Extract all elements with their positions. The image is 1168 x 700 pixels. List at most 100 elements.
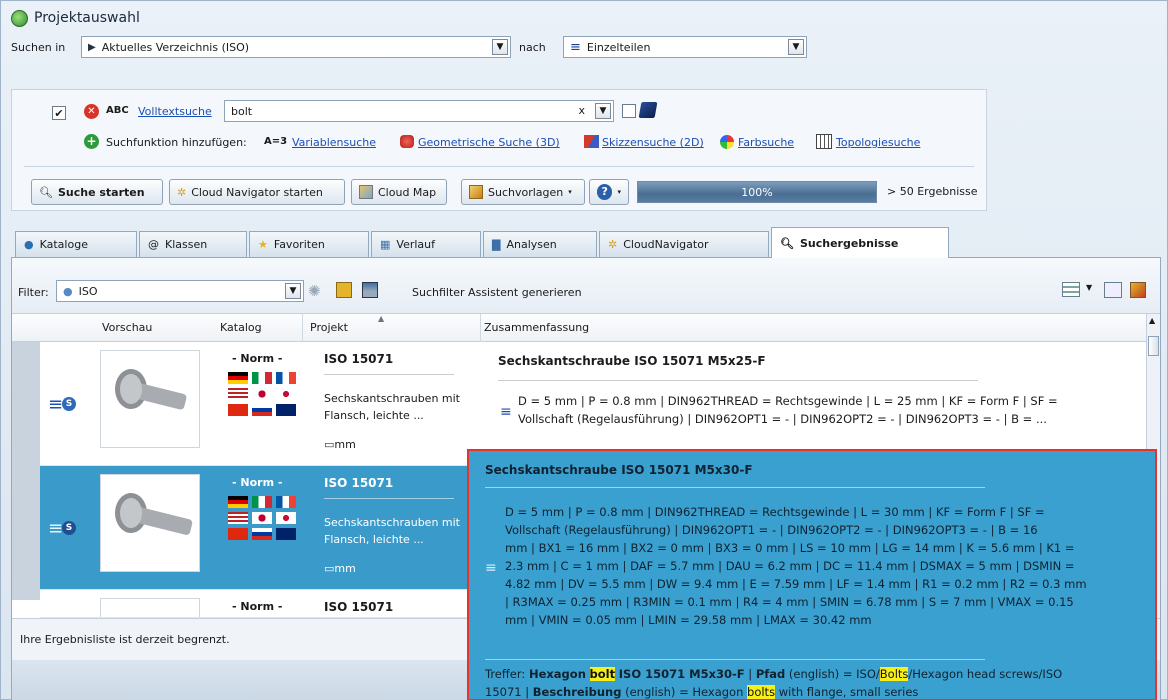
color-search-link[interactable]: Farbsuche: [738, 136, 794, 149]
topology-search-icon: [816, 134, 832, 149]
tab-history[interactable]: ▦ Verlauf: [371, 231, 481, 257]
variable-search-link[interactable]: Variablensuche: [292, 136, 376, 149]
search-scope-dropdown[interactable]: ▶ Aktuelles Verzeichnis (ISO) ▼: [81, 36, 511, 58]
gear-icon[interactable]: ✺: [308, 282, 321, 300]
detail-line: 2.3 mm | C = 1 mm | DAF = 5.7 mm | DAU =…: [505, 559, 1075, 573]
table-row[interactable]: ≡ S - Norm - ISO 15071 Sechskantschraube…: [40, 342, 1146, 466]
tab-classes-label: Klassen: [165, 238, 208, 251]
view-mode-icon[interactable]: [1062, 282, 1080, 297]
column-divider: [480, 314, 481, 342]
preview-icon[interactable]: [1130, 282, 1146, 298]
chevron-down-icon[interactable]: ▼: [492, 39, 508, 55]
color-search-icon: [720, 135, 734, 149]
tab-classes[interactable]: @ Klassen: [139, 231, 247, 257]
templates-icon: [469, 185, 483, 199]
search-templates-button[interactable]: Suchvorlagen ▾: [461, 179, 585, 205]
start-search-button[interactable]: 🔍︎ Suche starten: [31, 179, 163, 205]
search-by-dropdown[interactable]: ≡ Einzelteilen ▼: [563, 36, 807, 58]
chevron-down-icon[interactable]: ▼: [788, 39, 804, 55]
search-by-value: Einzelteilen: [586, 40, 651, 54]
tab-favorites[interactable]: ★ Favoriten: [249, 231, 369, 257]
chevron-down-icon[interactable]: ▼: [285, 283, 301, 299]
scroll-up-icon[interactable]: ▲: [1149, 316, 1155, 325]
part-thumbnail: [100, 350, 200, 448]
folder-icon[interactable]: [336, 282, 352, 298]
sketch-search-link[interactable]: Skizzensuche (2D): [602, 136, 704, 149]
project-description: Sechskantschrauben mit Flansch, leichte …: [324, 392, 460, 422]
clear-icon[interactable]: x: [578, 104, 585, 117]
catalog-label: - Norm -: [232, 352, 283, 365]
tab-cloudnavigator[interactable]: ✲ CloudNavigator: [599, 231, 769, 257]
standard-icon: S: [62, 521, 76, 535]
panel-divider: [24, 166, 974, 167]
sketch-search-icon: [584, 135, 599, 148]
list-icon: ≡: [570, 39, 581, 55]
description-label: Beschreibung: [532, 685, 622, 699]
flag-icon: [228, 512, 248, 524]
path-text: /Hexagon head screws/ISO: [908, 667, 1063, 681]
summary-title: Sechskantschraube ISO 15071 M5x25-F: [498, 354, 766, 368]
list-view-icon[interactable]: [1104, 282, 1122, 298]
query-value: bolt: [231, 104, 253, 118]
book-icon[interactable]: [638, 102, 658, 118]
cloud-navigator-button[interactable]: ✲ Cloud Navigator starten: [169, 179, 345, 205]
project-description: Sechskantschrauben mit Flansch, leichte …: [324, 516, 460, 546]
details-icon[interactable]: ≡: [48, 394, 63, 415]
catalog-label: - Norm -: [232, 600, 283, 613]
column-project[interactable]: Projekt: [310, 321, 348, 334]
cloud-navigator-label: Cloud Navigator starten: [191, 185, 323, 199]
by-label: nach: [519, 41, 546, 54]
chevron-down-icon: ▾: [617, 188, 621, 196]
fulltext-link[interactable]: Volltextsuche: [138, 105, 212, 118]
history-icon: ▦: [380, 238, 391, 251]
star-icon: ★: [258, 238, 268, 251]
divider: [324, 498, 454, 499]
hit-line-2: 15071 | Beschreibung (english) = Hexagon…: [485, 683, 918, 700]
details-tooltip: Sechskantschraube ISO 15071 M5x30-F ≡ D …: [467, 449, 1157, 700]
cloud-navigator-icon: ✲: [177, 185, 187, 199]
filter-value: ISO: [78, 284, 98, 298]
path-label: Pfad: [755, 667, 786, 681]
tab-analyses-label: Analysen: [506, 238, 557, 251]
option-checkbox[interactable]: [622, 104, 636, 118]
column-summary[interactable]: Zusammenfassung: [484, 321, 589, 334]
sort-up-icon: ▲: [378, 314, 385, 323]
filter-assistant-link[interactable]: Suchfilter Assistent generieren: [412, 286, 582, 299]
tab-catalogs[interactable]: ● Kataloge: [15, 231, 137, 257]
title-bar: Projektauswahl: [11, 5, 140, 31]
ruler-icon: ▭: [324, 438, 335, 451]
tab-analyses[interactable]: ▇ Analysen: [483, 231, 597, 257]
fulltext-checkbox[interactable]: ✔: [52, 106, 66, 120]
topology-search-link[interactable]: Topologiesuche: [836, 136, 920, 149]
chevron-down-icon[interactable]: ▼: [595, 103, 611, 119]
column-preview[interactable]: Vorschau: [102, 321, 152, 334]
summary-line: Vollschaft (Regelausführung) | DIN962OPT…: [518, 412, 1047, 426]
save-icon[interactable]: [362, 282, 378, 298]
help-icon: ?: [597, 184, 613, 200]
flag-icon: [228, 372, 248, 384]
flag-icon: [252, 388, 272, 400]
flag-icon: [276, 512, 296, 524]
hit-highlight: bolt: [589, 667, 616, 681]
help-button[interactable]: ? ▾: [589, 179, 629, 205]
tooltip-title: Sechskantschraube ISO 15071 M5x30-F: [485, 463, 753, 477]
geometric-search-link[interactable]: Geometrische Suche (3D): [418, 136, 560, 149]
details-icon: ≡: [485, 560, 497, 576]
tab-bar: ● Kataloge @ Klassen ★ Favoriten ▦ Verlauf ▇…: [11, 227, 1161, 258]
scrollbar-thumb[interactable]: [1148, 336, 1159, 356]
cloud-map-button[interactable]: Cloud Map: [351, 179, 447, 205]
detail-line: Vollschaft (Regelausführung) | DIN962OPT…: [505, 523, 1038, 537]
standard-icon: S: [62, 397, 76, 411]
column-catalog[interactable]: Katalog: [220, 321, 262, 334]
unit-label: ▭mm: [324, 438, 356, 451]
fulltext-query-input[interactable]: bolt x ▼: [224, 100, 614, 122]
results-count: > 50 Ergebnisse: [887, 185, 978, 198]
chevron-down-icon[interactable]: ▼: [1086, 283, 1092, 292]
divider: [485, 487, 985, 488]
remove-icon[interactable]: ✕: [84, 104, 99, 119]
detail-line: 4.82 mm | DV = 5.5 mm | DW = 9.4 mm | E …: [505, 577, 1087, 591]
filter-dropdown[interactable]: ● ISO ▼: [56, 280, 304, 302]
cloud-navigator-icon: ✲: [608, 238, 618, 251]
tab-search-results[interactable]: 🔍︎ Suchergebnisse: [771, 227, 949, 258]
details-icon[interactable]: ≡: [48, 518, 63, 539]
